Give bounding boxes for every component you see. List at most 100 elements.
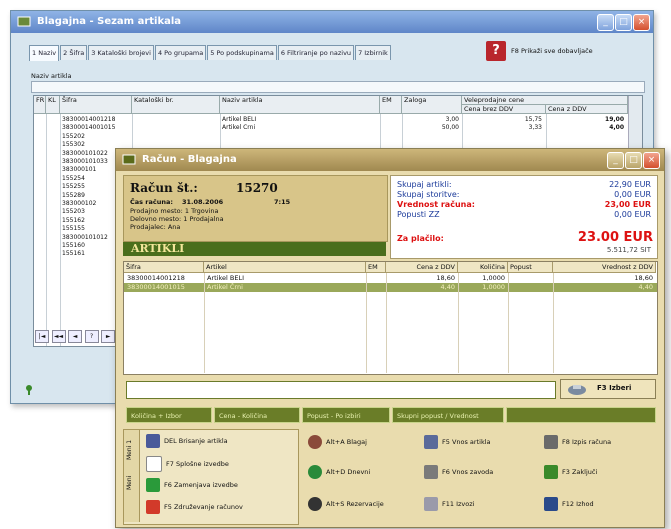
cell-sifra: 38300014001015 xyxy=(62,124,116,132)
summary-label: Vrednost računa: xyxy=(397,200,475,209)
window-title: Račun - Blagajna xyxy=(142,154,237,165)
cell-artikel: Artikel Črni xyxy=(207,283,243,291)
calendar-icon xyxy=(308,465,322,479)
tab-sifra[interactable]: 2 Šifra xyxy=(60,45,88,60)
merge-icon xyxy=(146,500,160,514)
price-button[interactable]: Cena - Količina xyxy=(214,407,300,423)
merge-label: F5 Združevanje računov xyxy=(164,503,243,511)
tab-menu[interactable]: Meni xyxy=(126,476,133,490)
show-suppliers-button[interactable]: F8 Prikaži sve dobavljače xyxy=(511,47,593,55)
app-icon xyxy=(17,16,31,27)
summary-label: Popusti ZZ xyxy=(397,210,440,219)
f5-button[interactable]: F5 Vnos artikla xyxy=(424,435,491,451)
nav-prev-page-button[interactable]: ◄◄ xyxy=(51,330,66,343)
delete-item-label: DEL Brisanje artikla xyxy=(164,437,228,445)
cell-stock: 3,00 xyxy=(445,116,459,123)
discount-button[interactable]: Popust - Po izbiri xyxy=(302,407,390,423)
cell-sifra: 38300014001218 xyxy=(62,116,116,123)
close-button[interactable]: × xyxy=(633,14,650,31)
minimize-button[interactable]: _ xyxy=(597,14,614,31)
col-price-gross[interactable]: Cena z DDV xyxy=(546,105,628,114)
nav-info-button[interactable]: ? xyxy=(84,330,99,343)
nav-next-button[interactable]: ► xyxy=(101,330,116,343)
time-value: 31.08.2006 xyxy=(182,198,224,206)
maximize-button[interactable]: □ xyxy=(625,152,642,169)
col-sifra[interactable]: Šifra xyxy=(60,96,132,114)
time-label: Čas računa: xyxy=(130,198,173,206)
col-em[interactable]: EM xyxy=(366,262,386,273)
save-icon xyxy=(568,385,586,395)
col-price[interactable]: Cena z DDV xyxy=(386,262,458,273)
f3-button[interactable]: F3 Zaključi xyxy=(544,465,597,481)
invoice-items-table[interactable]: Šifra Artikel EM Cena z DDV Količina Popust Vr… xyxy=(123,261,658,375)
replace-button[interactable]: F6 Zamenjava izvedbe xyxy=(146,478,238,494)
col-kl[interactable]: KL xyxy=(46,96,60,114)
tab-menu-1[interactable]: Meni 1 xyxy=(126,440,133,460)
col-fr[interactable]: FR xyxy=(34,96,46,114)
cell-price-net: 15,75 xyxy=(524,116,542,123)
nav-first-button[interactable]: |◄ xyxy=(35,330,49,343)
close-button[interactable]: × xyxy=(643,152,660,169)
to-pay-value: 23.00 EUR xyxy=(577,230,653,245)
tab-filter[interactable]: 6 Filtriranje po nazivu xyxy=(277,45,355,60)
status-icon xyxy=(26,385,32,395)
time-extra: 7:15 xyxy=(274,198,291,206)
tab-catalog[interactable]: 3 Kataloški brojevi xyxy=(88,45,154,60)
alt-a-button[interactable]: Alt+A Blagaj xyxy=(308,435,367,451)
to-pay-sub: 5.511,72 SIT xyxy=(606,246,651,254)
trash-icon xyxy=(146,434,160,448)
column-divider xyxy=(46,114,47,346)
f11-button[interactable]: F11 Izvozi xyxy=(424,497,474,513)
document-icon xyxy=(146,456,162,472)
select-button[interactable]: F3 Izberi xyxy=(560,379,656,399)
cell-kolicina: 1,0000 xyxy=(482,274,505,282)
cell-name: Artikel Črni xyxy=(222,124,256,132)
column-divider xyxy=(508,273,509,373)
alt-s-button[interactable]: Alt+S Rezervacije xyxy=(308,497,384,513)
f6-button[interactable]: F6 Vnos zavoda xyxy=(424,465,493,481)
help-icon[interactable]: ? xyxy=(486,41,506,61)
tab-subgroups[interactable]: 5 Po podskupinama xyxy=(207,45,277,60)
quantity-button[interactable]: Količina + Izbor xyxy=(126,407,212,423)
merge-button[interactable]: F5 Združevanje računov xyxy=(146,500,243,516)
alt-d-button[interactable]: Alt+D Dnevni xyxy=(308,465,370,481)
col-stock[interactable]: Zaloga xyxy=(402,96,462,114)
general-button[interactable]: F7 Splošne izvedbe xyxy=(146,456,229,472)
col-value[interactable]: Vrednost z DDV xyxy=(553,262,656,273)
col-qty[interactable]: Količina xyxy=(458,262,508,273)
cell-price-gross: 4,00 xyxy=(609,124,624,132)
cell-price-net: 3,33 xyxy=(528,124,542,132)
tab-picker[interactable]: 7 Izbirnik xyxy=(355,45,391,60)
cell-vrednost: 18,60 xyxy=(634,274,653,282)
user-icon xyxy=(308,435,322,449)
maximize-button[interactable]: □ xyxy=(615,14,632,31)
f8-button[interactable]: F8 Izpis računa xyxy=(544,435,611,451)
items-window-titlebar: Blagajna - Sezam artikala _ □ × xyxy=(11,11,653,33)
barcode-input[interactable] xyxy=(126,381,556,399)
summary-value: 0,00 EUR xyxy=(614,190,651,199)
tab-groups[interactable]: 4 Po grupama xyxy=(154,45,207,60)
col-catalog[interactable]: Kataloški br. xyxy=(132,96,220,114)
work-place: Delovno mesto: 1 Prodajalna xyxy=(130,215,224,223)
minimize-button[interactable]: _ xyxy=(607,152,624,169)
nav-prev-button[interactable]: ◄ xyxy=(68,330,83,343)
filter-input[interactable] xyxy=(31,81,645,93)
f12-button[interactable]: F12 Izhod xyxy=(544,497,594,513)
summary-value: 22,90 EUR xyxy=(609,180,651,189)
replace-label: F6 Zamenjava izvedbe xyxy=(164,481,238,489)
cell-name: Artikel BELI xyxy=(222,116,257,123)
general-label: F7 Splošne izvedbe xyxy=(166,460,229,468)
col-sifra[interactable]: Šifra xyxy=(124,262,204,273)
col-name[interactable]: Naziv artikla xyxy=(220,96,380,114)
articles-header: ARTIKLI xyxy=(123,242,386,256)
delete-item-button[interactable]: DEL Brisanje artikla xyxy=(146,434,228,450)
f11-label: F11 Izvozi xyxy=(442,500,475,508)
col-price-net[interactable]: Cena brez DDV xyxy=(462,105,546,114)
col-discount[interactable]: Popust xyxy=(508,262,553,273)
tab-naziv[interactable]: 1 Naziv xyxy=(29,45,60,61)
col-article[interactable]: Artikel xyxy=(204,262,366,273)
total-discount-button[interactable]: Skupni popust / Vrednost xyxy=(392,407,504,423)
summary-value: 23,00 EUR xyxy=(604,200,651,209)
search-tabs: 1 Naziv 2 Šifra 3 Kataloški brojevi 4 Po gr… xyxy=(29,45,392,61)
col-em[interactable]: EM xyxy=(380,96,402,114)
